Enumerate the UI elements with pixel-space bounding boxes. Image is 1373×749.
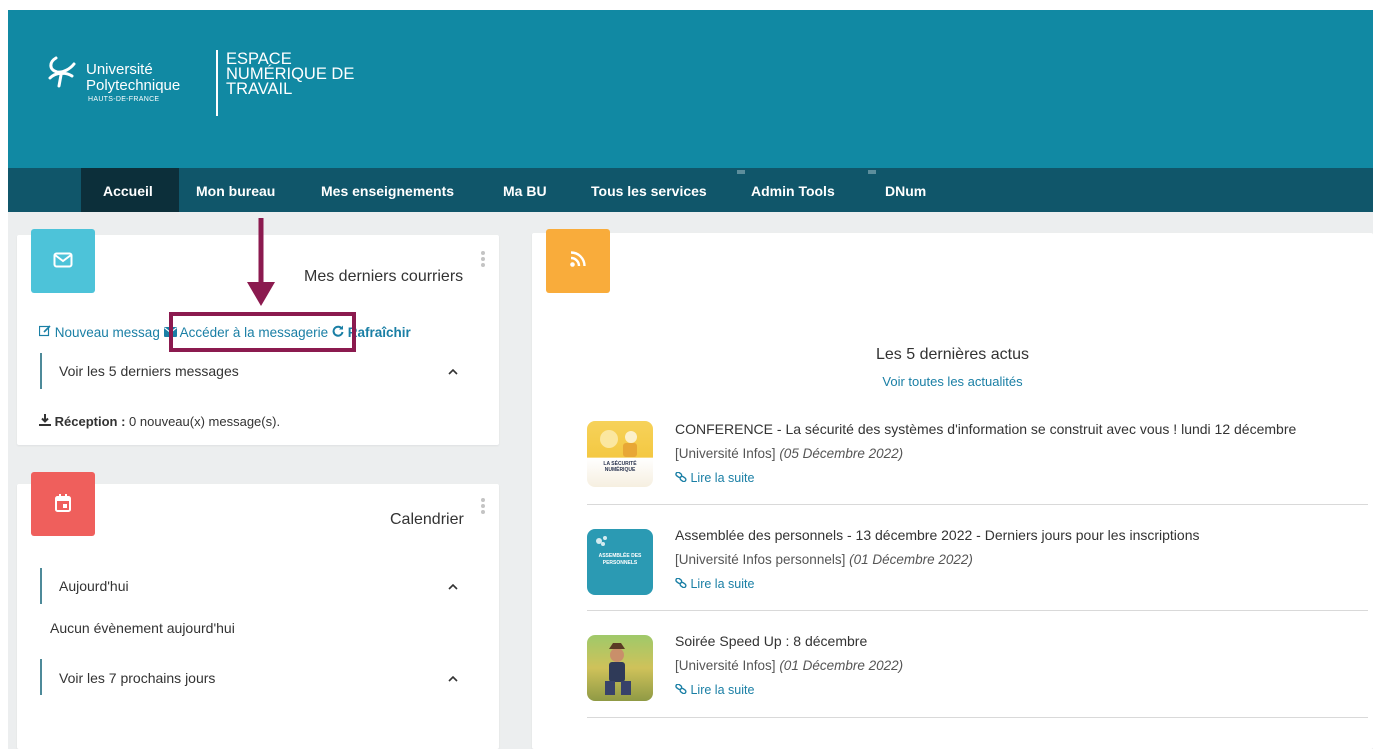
new-message-link[interactable]: Nouveau messag	[38, 325, 164, 340]
envelope-icon	[53, 252, 73, 268]
inbox-status: Réception : 0 nouveau(x) message(s).	[39, 414, 280, 429]
nav-item-accueil[interactable]: Accueil	[81, 168, 179, 212]
ent-title: ESPACE NUMÉRIQUE DE TRAVAIL	[226, 51, 354, 98]
nav-item-mon-bureau[interactable]: Mon bureau	[196, 168, 275, 212]
news-thumbnail[interactable]	[587, 635, 653, 701]
read-more-label: Lire la suite	[690, 577, 755, 591]
see-all-news-link[interactable]: Voir toutes les actualités	[532, 374, 1373, 389]
no-event-text: Aucun évènement aujourd'hui	[50, 620, 235, 636]
news-thumbnail-image	[605, 643, 631, 695]
next-days-toggle[interactable]: Voir les 7 prochains jours	[59, 670, 215, 686]
chevron-up-icon[interactable]	[448, 584, 458, 590]
news-source-name: [Université Infos]	[675, 446, 776, 461]
calendar-widget: Calendrier Aujourd'hui Aucun évènement a…	[17, 472, 499, 749]
calendar-widget-title: Calendrier	[390, 511, 464, 528]
university-region: HAUTS-DE-FRANCE	[88, 96, 160, 103]
edit-icon	[38, 325, 51, 337]
read-more-label: Lire la suite	[690, 471, 755, 485]
nav-item-tous-les-services[interactable]: Tous les services	[591, 168, 707, 212]
link-icon	[675, 683, 687, 695]
university-name-line1: Université	[86, 61, 153, 78]
row-indicator	[40, 353, 42, 389]
rss-icon	[570, 251, 586, 267]
news-source-name: [Université Infos personnels]	[675, 552, 846, 567]
refresh-link[interactable]: Rafraîchir	[332, 325, 411, 340]
news-title[interactable]: Soirée Speed Up : 8 décembre	[675, 633, 867, 649]
university-name-line2: Polytechnique	[86, 77, 181, 94]
drag-handle-icon[interactable]	[737, 170, 745, 174]
nav-item-mes-enseignements[interactable]: Mes enseignements	[321, 168, 454, 212]
nav-item-dnum[interactable]: DNum	[885, 168, 926, 212]
mail-widget-badge	[31, 229, 95, 293]
drag-handle-icon[interactable]	[868, 170, 876, 174]
row-indicator	[40, 568, 42, 604]
news-thumbnail-caption: LA SÉCURITÉ NUMÉRIQUE	[603, 461, 637, 473]
inbox-label: Réception :	[54, 414, 126, 429]
new-message-label: Nouveau messag	[54, 325, 160, 340]
news-thumbnail-image	[600, 430, 637, 457]
university-logo-icon[interactable]	[46, 56, 76, 90]
news-heading: Les 5 dernières actus	[876, 346, 1029, 363]
news-title[interactable]: CONFERENCE - La sécurité des systèmes d'…	[675, 421, 1296, 437]
download-icon	[39, 414, 51, 426]
news-widget: Les 5 dernières actus Voir toutes les ac…	[532, 229, 1373, 749]
calendar-widget-menu-icon[interactable]	[481, 498, 485, 516]
inbox-count: 0 nouveau(x) message(s).	[129, 414, 281, 429]
link-icon	[675, 471, 687, 483]
last-messages-toggle[interactable]: Voir les 5 derniers messages	[59, 363, 239, 379]
envelope-icon	[163, 327, 177, 337]
read-more-link[interactable]: Lire la suite	[675, 683, 754, 697]
mail-actions: Nouveau messag Accéder à la messagerie R…	[38, 324, 411, 342]
nav-item-admin-tools[interactable]: Admin Tools	[751, 168, 835, 212]
calendar-icon	[55, 494, 71, 512]
read-more-link[interactable]: Lire la suite	[675, 471, 754, 485]
today-toggle[interactable]: Aujourd'hui	[59, 578, 129, 594]
nav-item-ma-bu[interactable]: Ma BU	[503, 168, 547, 212]
mail-widget-menu-icon[interactable]	[481, 251, 485, 269]
news-divider	[587, 717, 1368, 718]
news-thumbnail[interactable]: LA SÉCURITÉ NUMÉRIQUE	[587, 421, 653, 487]
logo-separator	[216, 50, 218, 116]
open-mail-link[interactable]: Accéder à la messagerie	[163, 325, 332, 340]
news-thumbnail[interactable]: ASSEMBLÉE DES PERSONNELS	[587, 529, 653, 595]
chevron-up-icon[interactable]	[448, 676, 458, 682]
ent-title-line3: TRAVAIL	[226, 80, 293, 98]
news-divider	[587, 504, 1368, 505]
news-source: [Université Infos] (05 Décembre 2022)	[675, 446, 903, 461]
news-thumbnail-caption: ASSEMBLÉE DES PERSONNELS	[598, 553, 642, 566]
link-icon	[675, 577, 687, 589]
news-date: (05 Décembre 2022)	[779, 446, 904, 461]
chevron-up-icon[interactable]	[448, 369, 458, 375]
news-source: [Université Infos personnels] (01 Décemb…	[675, 552, 973, 567]
news-date: (01 Décembre 2022)	[779, 658, 904, 673]
news-date: (01 Décembre 2022)	[849, 552, 973, 567]
row-indicator	[40, 659, 42, 695]
news-title[interactable]: Assemblée des personnels - 13 décembre 2…	[675, 527, 1199, 543]
calendar-widget-badge	[31, 472, 95, 536]
news-source: [Université Infos] (01 Décembre 2022)	[675, 658, 903, 673]
read-more-label: Lire la suite	[690, 683, 755, 697]
news-widget-badge	[546, 229, 610, 293]
news-source-name: [Université Infos]	[675, 658, 776, 673]
refresh-icon	[332, 325, 344, 337]
site-header: Université Polytechnique HAUTS-DE-FRANCE…	[8, 10, 1373, 168]
mail-widget-title: Mes derniers courriers	[304, 268, 464, 285]
main-nav: Accueil Mon bureau Mes enseignements Ma …	[8, 168, 1373, 212]
refresh-label: Rafraîchir	[347, 325, 411, 340]
read-more-link[interactable]: Lire la suite	[675, 577, 754, 591]
university-name: Université Polytechnique	[86, 62, 180, 94]
news-divider	[587, 610, 1368, 611]
mail-widget: Mes derniers courriers Nouveau messag Ac…	[17, 229, 499, 445]
open-mail-label: Accéder à la messagerie	[179, 325, 329, 340]
